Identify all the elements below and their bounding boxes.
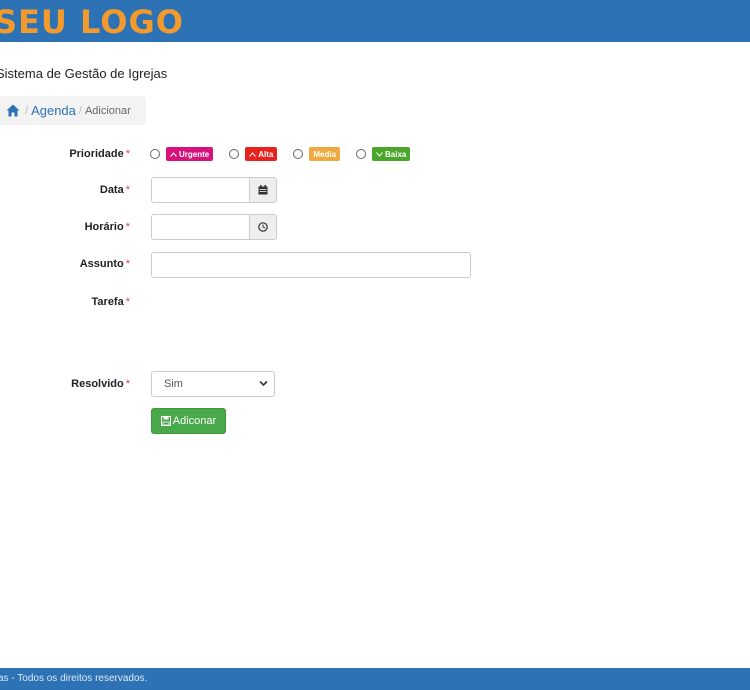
baixa-badge: Baixa [372, 147, 411, 161]
horario-input[interactable] [151, 214, 249, 240]
footer-copyright: as - Todos os direitos reservados. [0, 673, 148, 684]
prioridade-option-urgente[interactable]: Urgente [150, 147, 214, 161]
prioridade-label: Prioridade * [69, 148, 130, 160]
horario-input-group [151, 214, 277, 240]
data-input-group [151, 177, 277, 203]
data-input[interactable] [151, 177, 249, 203]
chevron-down-icon [259, 380, 268, 387]
assunto-label: Assunto * [79, 258, 130, 270]
prioridade-radio-group: Urgente Alta Media Baixa [150, 147, 426, 161]
breadcrumb: / Agenda / Adicionar [0, 96, 146, 125]
radio-button[interactable] [150, 149, 160, 159]
clock-icon [258, 222, 268, 232]
horario-label: Horário * [84, 221, 130, 233]
urgente-badge: Urgente [166, 147, 214, 161]
breadcrumb-current: Adicionar [84, 104, 131, 117]
home-icon[interactable] [6, 104, 20, 117]
prioridade-option-alta[interactable]: Alta [229, 147, 278, 161]
footer-bar: as - Todos os direitos reservados. [0, 668, 750, 690]
radio-button[interactable] [356, 149, 367, 159]
media-badge: Media [309, 147, 341, 161]
radio-button[interactable] [293, 149, 304, 159]
chevron-up-icon [170, 151, 177, 157]
prioridade-option-media[interactable]: Media [293, 147, 341, 161]
tarefa-label: Tarefa * [91, 296, 130, 308]
floppy-disk-icon [160, 416, 171, 426]
resolvido-select[interactable]: Sim [151, 371, 275, 397]
resolvido-selected-value: Sim [164, 378, 183, 390]
adicionar-button[interactable]: Adiconar [151, 408, 226, 434]
radio-button[interactable] [229, 149, 240, 159]
calendar-button[interactable] [249, 177, 277, 203]
clock-button[interactable] [249, 214, 277, 240]
prioridade-option-baixa[interactable]: Baixa [356, 147, 411, 161]
assunto-input[interactable] [151, 252, 471, 278]
calendar-icon [258, 185, 268, 195]
chevron-down-icon [376, 151, 383, 157]
breadcrumb-separator: / [78, 104, 82, 117]
data-label: Data * [99, 184, 130, 196]
alta-badge: Alta [245, 147, 278, 161]
breadcrumb-link-agenda[interactable]: Agenda [31, 103, 76, 118]
app-title: Sistema de Gestão de Igrejas [0, 66, 168, 81]
site-logo: SEU LOGO [0, 3, 184, 41]
top-header-bar: SEU LOGO [0, 0, 750, 42]
resolvido-label: Resolvido * [71, 378, 130, 390]
breadcrumb-separator: / [25, 104, 29, 117]
chevron-up-icon [249, 151, 257, 157]
